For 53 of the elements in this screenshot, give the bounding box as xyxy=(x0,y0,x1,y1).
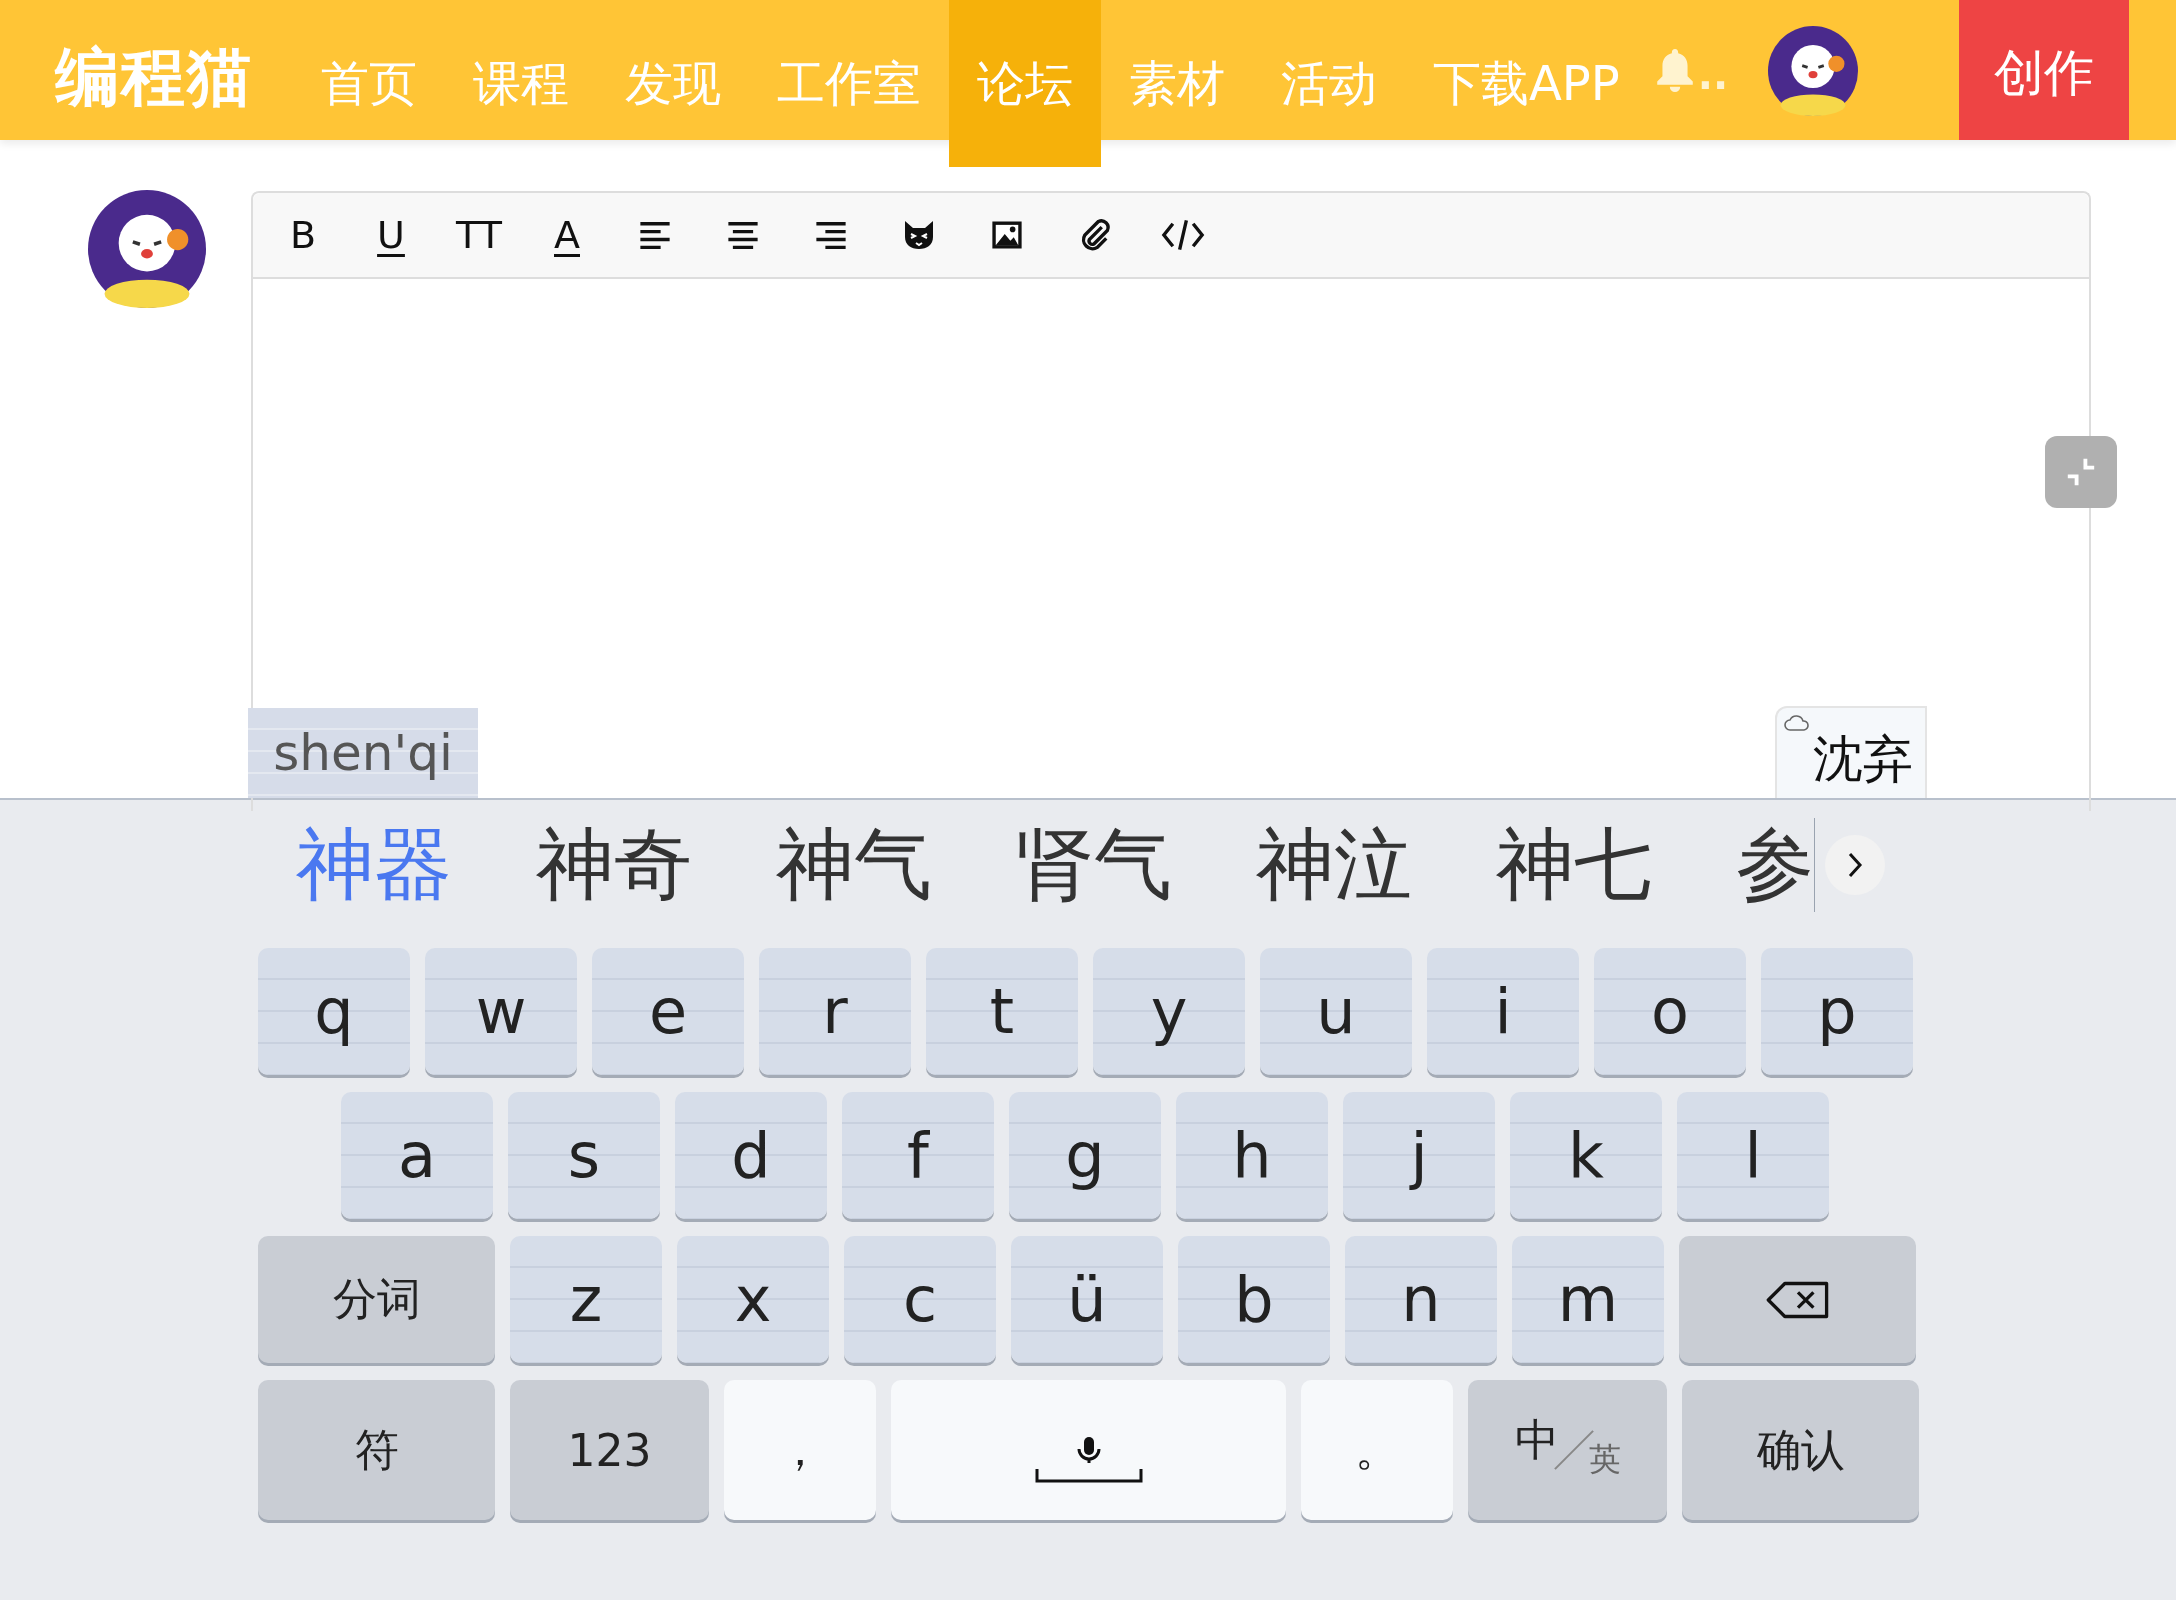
keyboard-key[interactable]: r xyxy=(759,948,911,1075)
keyboard-key[interactable]: e xyxy=(592,948,744,1075)
keyboard-key[interactable]: w xyxy=(425,948,577,1075)
keyboard-key[interactable]: f xyxy=(842,1092,994,1219)
keyboard-key[interactable]: x xyxy=(677,1236,829,1363)
keyboard-key[interactable]: z xyxy=(510,1236,662,1363)
toolbar-button[interactable]: TT xyxy=(455,211,503,259)
keyboard-key[interactable]: o xyxy=(1594,948,1746,1075)
user-avatar[interactable] xyxy=(1768,26,1859,116)
keyboard-key[interactable]: u xyxy=(1260,948,1412,1075)
keyboard-key[interactable]: i xyxy=(1427,948,1579,1075)
keyboard-key[interactable]: q xyxy=(258,948,410,1075)
keyboard-key[interactable]: n xyxy=(1345,1236,1497,1363)
keyboard-key[interactable]: p xyxy=(1761,948,1913,1075)
microphone-space-icon xyxy=(1033,1435,1144,1485)
keyboard-key[interactable]: h xyxy=(1176,1092,1328,1219)
candidate-word[interactable]: 神奇 xyxy=(536,818,692,912)
candidate-word[interactable]: 神气 xyxy=(776,818,932,912)
toolbar-button[interactable]: B xyxy=(279,211,327,259)
keyboard-key[interactable]: 。 xyxy=(1301,1380,1453,1520)
keyboard-key[interactable]: 分词 xyxy=(258,1236,495,1363)
keyboard-key[interactable]: s xyxy=(508,1092,660,1219)
keyboard-key[interactable]: g xyxy=(1009,1092,1161,1219)
toolbar-button[interactable]: A xyxy=(543,211,591,259)
keyboard-key[interactable]: a xyxy=(341,1092,493,1219)
pinyin-composition: shen'qi xyxy=(248,708,478,798)
keyboard-key[interactable]: k xyxy=(1510,1092,1662,1219)
keyboard-key[interactable]: 确认 xyxy=(1682,1380,1919,1520)
candidate-word[interactable]: 参 xyxy=(1736,818,1814,912)
toolbar-button[interactable]: U xyxy=(367,211,415,259)
keyboard-key[interactable]: y xyxy=(1093,948,1245,1075)
keyboard-key[interactable]: c xyxy=(844,1236,996,1363)
keyboard-key[interactable]: 符 xyxy=(258,1380,495,1520)
create-button[interactable]: 创作 xyxy=(1959,0,2129,140)
keyboard-key[interactable]: l xyxy=(1677,1092,1829,1219)
candidate-word[interactable]: 神泣 xyxy=(1256,818,1412,912)
notice-more-text: .. xyxy=(1697,52,1729,98)
keyboard-key[interactable]: j xyxy=(1343,1092,1495,1219)
candidate-word[interactable]: 肾气 xyxy=(1016,818,1172,912)
keyboard-key[interactable]: 中 英 xyxy=(1468,1380,1667,1520)
code-icon xyxy=(1160,217,1206,253)
keyboard-key[interactable]: ， xyxy=(724,1380,876,1520)
keyboard-key[interactable] xyxy=(1679,1236,1916,1363)
keyboard-key[interactable]: d xyxy=(675,1092,827,1219)
backspace-icon xyxy=(1764,1279,1831,1320)
keyboard-key[interactable]: b xyxy=(1178,1236,1330,1363)
keyboard-key[interactable]: m xyxy=(1512,1236,1664,1363)
keyboard-key[interactable]: ü xyxy=(1011,1236,1163,1363)
cloud-icon xyxy=(1783,714,1811,732)
candidate-word[interactable]: 神七 xyxy=(1496,818,1652,912)
keyboard-key[interactable]: t xyxy=(926,948,1078,1075)
cloud-suggestion[interactable]: 沈弃 xyxy=(1775,706,1927,798)
keyboard-key[interactable]: 123 xyxy=(510,1380,709,1520)
